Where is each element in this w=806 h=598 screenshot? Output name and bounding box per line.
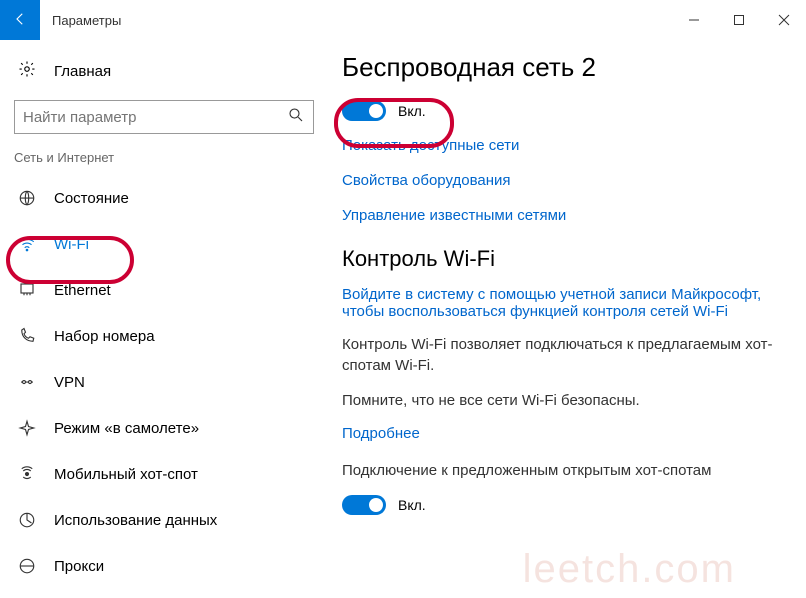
sidebar-item-data-usage[interactable]: Использование данных bbox=[0, 497, 328, 543]
globe-icon bbox=[18, 189, 36, 207]
sidebar-item-vpn[interactable]: VPN bbox=[0, 359, 328, 405]
sidebar-item-label: Использование данных bbox=[54, 512, 217, 529]
wifi-toggle-label: Вкл. bbox=[398, 103, 426, 119]
sidebar-item-ethernet[interactable]: Ethernet bbox=[0, 267, 328, 313]
arrow-left-icon bbox=[11, 10, 29, 31]
sidebar-category: Сеть и Интернет bbox=[0, 150, 328, 165]
sidebar-item-label: Состояние bbox=[54, 190, 129, 207]
watermark: leetch.com bbox=[523, 547, 736, 592]
wifi-toggle[interactable] bbox=[342, 101, 386, 121]
page-title: Беспроводная сеть 2 bbox=[342, 52, 776, 83]
open-hotspot-desc: Подключение к предложенным открытым хот-… bbox=[342, 460, 776, 481]
open-hotspot-toggle-row: Вкл. bbox=[342, 495, 776, 515]
sidebar-item-proxy[interactable]: Прокси bbox=[0, 543, 328, 589]
data-icon bbox=[18, 511, 36, 529]
vpn-icon bbox=[18, 373, 36, 391]
close-button[interactable] bbox=[761, 0, 806, 40]
sidebar-item-label: Набор номера bbox=[54, 328, 155, 345]
sidebar-item-label: Wi-Fi bbox=[54, 236, 89, 253]
sidebar-item-label: VPN bbox=[54, 374, 85, 391]
back-button[interactable] bbox=[0, 0, 40, 40]
window-controls bbox=[671, 0, 806, 40]
hotspot-icon bbox=[18, 465, 36, 483]
link-show-networks[interactable]: Показать доступные сети bbox=[342, 137, 776, 154]
minimize-button[interactable] bbox=[671, 0, 716, 40]
sidebar-item-status[interactable]: Состояние bbox=[0, 175, 328, 221]
gear-icon bbox=[18, 60, 36, 82]
sidebar-item-label: Ethernet bbox=[54, 282, 111, 299]
maximize-button[interactable] bbox=[716, 0, 761, 40]
sidebar-item-hotspot[interactable]: Мобильный хот-спот bbox=[0, 451, 328, 497]
window-title: Параметры bbox=[52, 13, 671, 28]
phone-icon bbox=[18, 327, 36, 345]
sidebar-item-label: Мобильный хот-спот bbox=[54, 466, 198, 483]
link-hardware-props[interactable]: Свойства оборудования bbox=[342, 172, 776, 189]
sidebar-item-dialup[interactable]: Набор номера bbox=[0, 313, 328, 359]
sidebar-item-wifi[interactable]: Wi-Fi bbox=[0, 221, 328, 267]
ethernet-icon bbox=[18, 281, 36, 299]
open-hotspot-toggle-label: Вкл. bbox=[398, 497, 426, 513]
proxy-icon bbox=[18, 557, 36, 575]
sidebar-item-label: Прокси bbox=[54, 558, 104, 575]
wifi-sense-desc2: Помните, что не все сети Wi-Fi безопасны… bbox=[342, 390, 776, 411]
open-hotspot-toggle[interactable] bbox=[342, 495, 386, 515]
search-input[interactable] bbox=[23, 109, 287, 126]
search-box[interactable] bbox=[14, 100, 314, 134]
wifi-icon bbox=[18, 235, 36, 253]
titlebar: Параметры bbox=[0, 0, 806, 40]
sidebar: Главная Сеть и Интернет Состояние Wi-Fi … bbox=[0, 40, 328, 598]
search-icon bbox=[287, 106, 305, 128]
wifi-toggle-row: Вкл. bbox=[342, 101, 776, 121]
wifi-sense-desc1: Контроль Wi-Fi позволяет подключаться к … bbox=[342, 334, 776, 376]
sidebar-item-label: Режим «в самолете» bbox=[54, 420, 199, 437]
link-signin-ms[interactable]: Войдите в систему с помощью учетной запи… bbox=[342, 286, 776, 320]
sidebar-home-label: Главная bbox=[54, 63, 111, 80]
link-known-networks[interactable]: Управление известными сетями bbox=[342, 207, 776, 224]
sidebar-home[interactable]: Главная bbox=[0, 50, 328, 92]
section-title-wifi-sense: Контроль Wi-Fi bbox=[342, 246, 776, 272]
sidebar-item-airplane[interactable]: Режим «в самолете» bbox=[0, 405, 328, 451]
airplane-icon bbox=[18, 419, 36, 437]
link-learn-more[interactable]: Подробнее bbox=[342, 425, 776, 442]
main-panel: Беспроводная сеть 2 Вкл. Показать доступ… bbox=[328, 40, 806, 598]
